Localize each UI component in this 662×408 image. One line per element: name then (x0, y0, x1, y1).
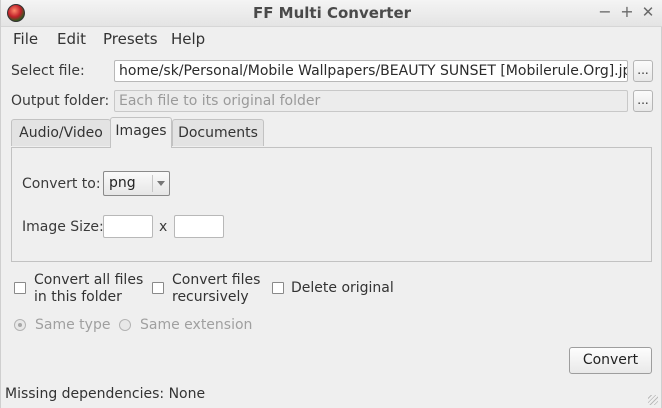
close-icon[interactable]: ✕ (639, 3, 657, 21)
window-title: FF Multi Converter (252, 4, 412, 22)
status-bar-text: Missing dependencies: None (5, 386, 206, 402)
recursive-checkbox[interactable] (152, 282, 164, 294)
convert-all-label-line2: in this folder (34, 289, 122, 305)
menu-presets[interactable]: Presets (103, 30, 158, 48)
select-file-input[interactable]: home/sk/Personal/Mobile Wallpapers/BEAUT… (114, 60, 628, 82)
maximize-icon[interactable]: + (618, 3, 636, 21)
recursive-label-line2: recursively (172, 289, 249, 305)
convert-all-label-line1: Convert all files (34, 272, 144, 288)
output-folder-input[interactable]: Each file to its original folder (114, 90, 628, 112)
same-extension-radio[interactable] (119, 319, 131, 331)
delete-original-label[interactable]: Delete original (291, 280, 394, 297)
convert-button[interactable]: Convert (569, 347, 652, 374)
tab-documents[interactable]: Documents (172, 119, 264, 146)
convert-to-select[interactable]: png (103, 171, 170, 196)
minimize-icon[interactable]: − (596, 3, 614, 21)
output-folder-label: Output folder: (11, 93, 110, 109)
convert-all-label[interactable]: Convert all files in this folder (34, 272, 143, 306)
image-height-input[interactable] (174, 215, 224, 238)
chevron-down-icon (157, 181, 165, 186)
title-bar: FF Multi Converter − + ✕ (1, 0, 662, 27)
menu-file[interactable]: File (13, 30, 38, 48)
browse-file-button[interactable]: ... (633, 60, 653, 82)
tab-audio-video[interactable]: Audio/Video (11, 119, 111, 146)
menu-bar: File Edit Presets Help (1, 27, 662, 51)
image-size-label: Image Size: (22, 219, 104, 235)
same-type-radio[interactable] (14, 319, 26, 331)
tab-images[interactable]: Images (110, 117, 172, 148)
same-extension-label: Same extension (140, 317, 253, 333)
menu-edit[interactable]: Edit (57, 30, 86, 48)
image-width-input[interactable] (103, 215, 153, 238)
same-type-label: Same type (35, 317, 111, 333)
app-window: FF Multi Converter − + ✕ File Edit Prese… (0, 0, 662, 408)
select-file-label: Select file: (11, 63, 85, 79)
recursive-label-line1: Convert files (172, 272, 261, 288)
images-tab-panel (11, 147, 652, 262)
combo-separator (152, 175, 153, 192)
resize-grip-icon[interactable] (648, 395, 658, 405)
delete-original-checkbox[interactable] (272, 282, 284, 294)
recursive-label[interactable]: Convert files recursively (172, 272, 260, 306)
convert-all-checkbox[interactable] (14, 282, 26, 294)
browse-folder-button[interactable]: ... (633, 90, 653, 112)
convert-to-label: Convert to: (22, 176, 101, 192)
menu-help[interactable]: Help (171, 30, 205, 48)
convert-to-value: png (109, 175, 136, 191)
size-separator: x (159, 219, 168, 235)
